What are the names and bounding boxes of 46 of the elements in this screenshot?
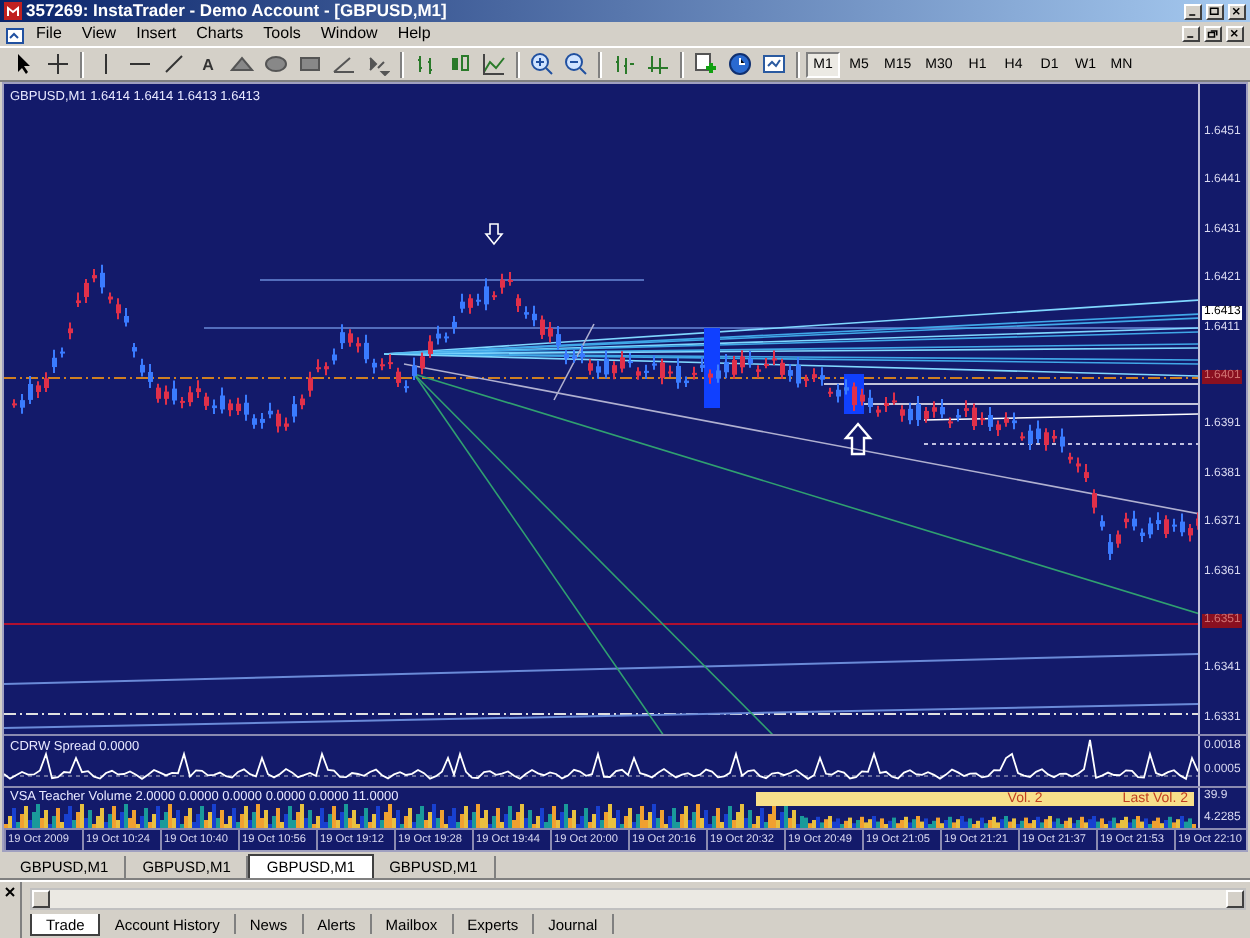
trend-line-icon bbox=[162, 52, 186, 77]
highlight-bar bbox=[704, 328, 720, 409]
auto-scroll-icon bbox=[612, 52, 636, 77]
down-arrow-icon bbox=[484, 224, 504, 247]
toolbar-button[interactable] bbox=[526, 50, 558, 79]
rectangle-icon bbox=[298, 52, 322, 77]
line-chart-icon bbox=[482, 52, 506, 77]
arrows-dropdown-icon bbox=[366, 52, 390, 77]
menu-item[interactable]: Insert bbox=[128, 22, 185, 46]
toolbar-button[interactable] bbox=[758, 50, 790, 79]
toolbar-button[interactable] bbox=[478, 50, 510, 79]
clock-icon bbox=[728, 52, 752, 77]
toolbar-button[interactable] bbox=[724, 50, 756, 79]
bar-chart-icon bbox=[414, 52, 438, 77]
window-title: 357269: InstaTrader - Demo Account - [GBPUSD,M1] bbox=[26, 0, 449, 22]
text-tool-button[interactable]: A bbox=[192, 50, 224, 79]
candlestick-icon bbox=[448, 52, 472, 77]
toolbar-button[interactable] bbox=[560, 50, 592, 79]
scroll-bar[interactable] bbox=[30, 888, 1246, 910]
restore-button[interactable] bbox=[1204, 26, 1222, 42]
triangle-icon bbox=[230, 52, 254, 77]
menu-item[interactable]: View bbox=[73, 22, 125, 46]
toolbar-button[interactable] bbox=[690, 50, 722, 79]
angle-icon bbox=[332, 52, 356, 77]
close-button[interactable] bbox=[1226, 26, 1244, 42]
ellipse-icon bbox=[264, 52, 288, 77]
add-indicator-icon bbox=[694, 52, 718, 77]
menu-item[interactable]: Window bbox=[312, 22, 386, 46]
pointer-icon bbox=[12, 52, 36, 77]
up-arrow-icon bbox=[843, 423, 873, 457]
app-icon bbox=[4, 2, 22, 20]
templates-icon bbox=[762, 52, 786, 77]
toolbar-button[interactable] bbox=[42, 50, 74, 79]
menu-item[interactable]: Tools bbox=[255, 22, 309, 46]
menu-item[interactable]: Help bbox=[389, 22, 439, 46]
maximize-button[interactable] bbox=[1206, 3, 1224, 19]
zoom-in-icon bbox=[530, 52, 554, 77]
menu-item[interactable]: File bbox=[28, 22, 70, 46]
menu-item[interactable]: Charts bbox=[188, 22, 252, 46]
minimize-button[interactable] bbox=[1184, 3, 1202, 19]
chart-shift-icon bbox=[646, 52, 670, 77]
minimize-button[interactable] bbox=[1182, 26, 1200, 42]
zoom-out-icon bbox=[564, 52, 588, 77]
close-button[interactable] bbox=[1228, 3, 1246, 19]
crosshair-icon bbox=[46, 52, 70, 77]
close-icon[interactable] bbox=[4, 886, 16, 898]
